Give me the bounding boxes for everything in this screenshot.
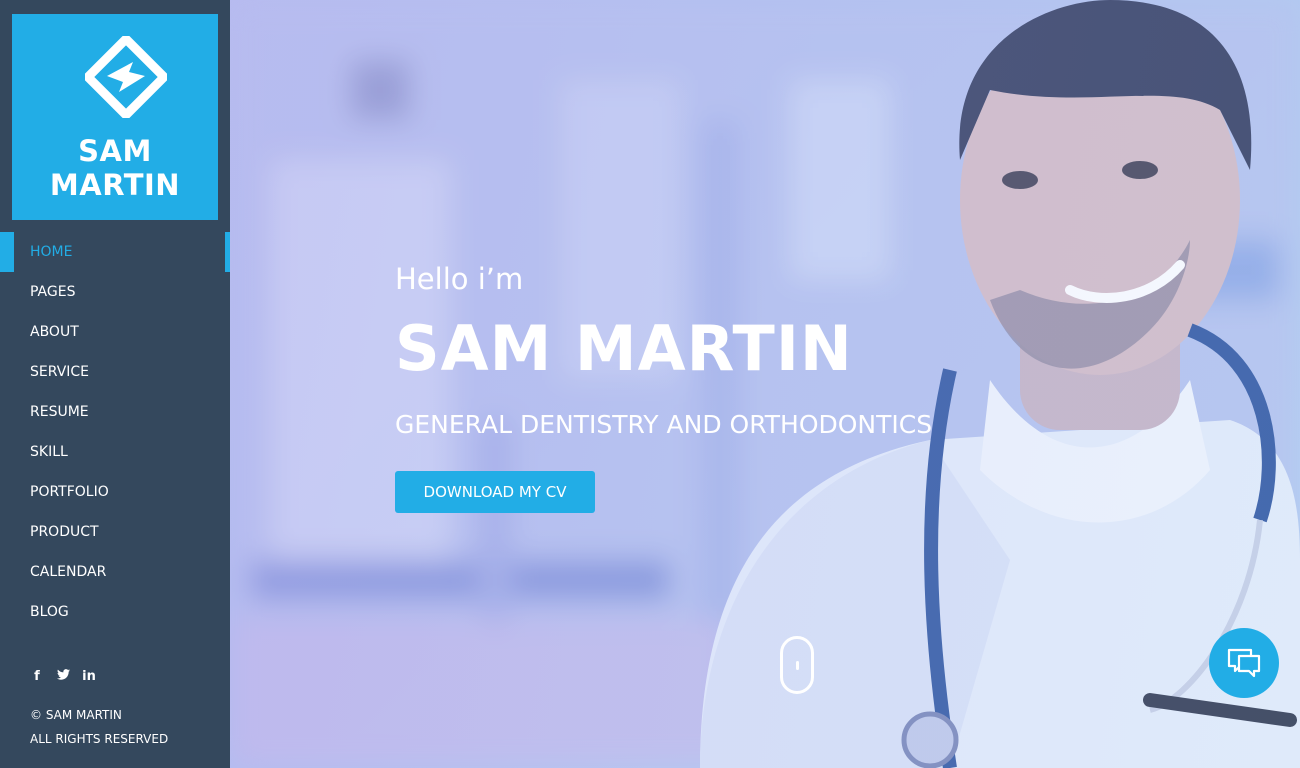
linkedin-icon[interactable]: in xyxy=(82,669,96,684)
hero-name: SAM MARTIN xyxy=(395,312,853,385)
copyright: © SAM MARTIN ALL RIGHTS RESERVED xyxy=(30,703,168,751)
nav-item-resume[interactable]: RESUME xyxy=(0,392,230,432)
diamond-logo-icon xyxy=(85,36,167,118)
chat-button[interactable] xyxy=(1209,628,1279,698)
nav-item-home[interactable]: HOME xyxy=(0,232,230,272)
rights-text: ALL RIGHTS RESERVED xyxy=(30,732,169,746)
nav-item-about[interactable]: ABOUT xyxy=(0,312,230,352)
sidebar: SAM MARTIN HOME PAGES ABOUT SERVICE RESU… xyxy=(0,0,230,768)
chat-bubbles-icon xyxy=(1227,648,1261,678)
brand-line-1: SAM xyxy=(78,134,152,168)
twitter-icon[interactable] xyxy=(56,668,70,684)
mouse-scroll-icon[interactable] xyxy=(780,636,814,694)
brand-name: SAM MARTIN xyxy=(12,134,218,202)
hero-subtitle: GENERAL DENTISTRY AND ORTHODONTICS xyxy=(395,410,933,439)
download-cv-button[interactable]: DOWNLOAD MY CV xyxy=(395,471,595,513)
hero-greeting: Hello i’m xyxy=(395,262,524,296)
nav-item-service[interactable]: SERVICE xyxy=(0,352,230,392)
facebook-icon[interactable]: f xyxy=(30,669,44,684)
nav-item-calendar[interactable]: CALENDAR xyxy=(0,552,230,592)
nav-item-pages[interactable]: PAGES xyxy=(0,272,230,312)
nav-item-portfolio[interactable]: PORTFOLIO xyxy=(0,472,230,512)
nav-item-skill[interactable]: SKILL xyxy=(0,432,230,472)
copyright-text: © SAM MARTIN xyxy=(30,708,122,722)
nav-item-blog[interactable]: BLOG xyxy=(0,592,230,632)
social-links: f in xyxy=(30,667,96,685)
logo[interactable]: SAM MARTIN xyxy=(12,14,218,220)
main-nav: HOME PAGES ABOUT SERVICE RESUME SKILL PO… xyxy=(0,232,230,632)
brand-line-2: MARTIN xyxy=(49,168,181,202)
nav-item-product[interactable]: PRODUCT xyxy=(0,512,230,552)
hero-section: Hello i’m SAM MARTIN GENERAL DENTISTRY A… xyxy=(230,0,1300,768)
